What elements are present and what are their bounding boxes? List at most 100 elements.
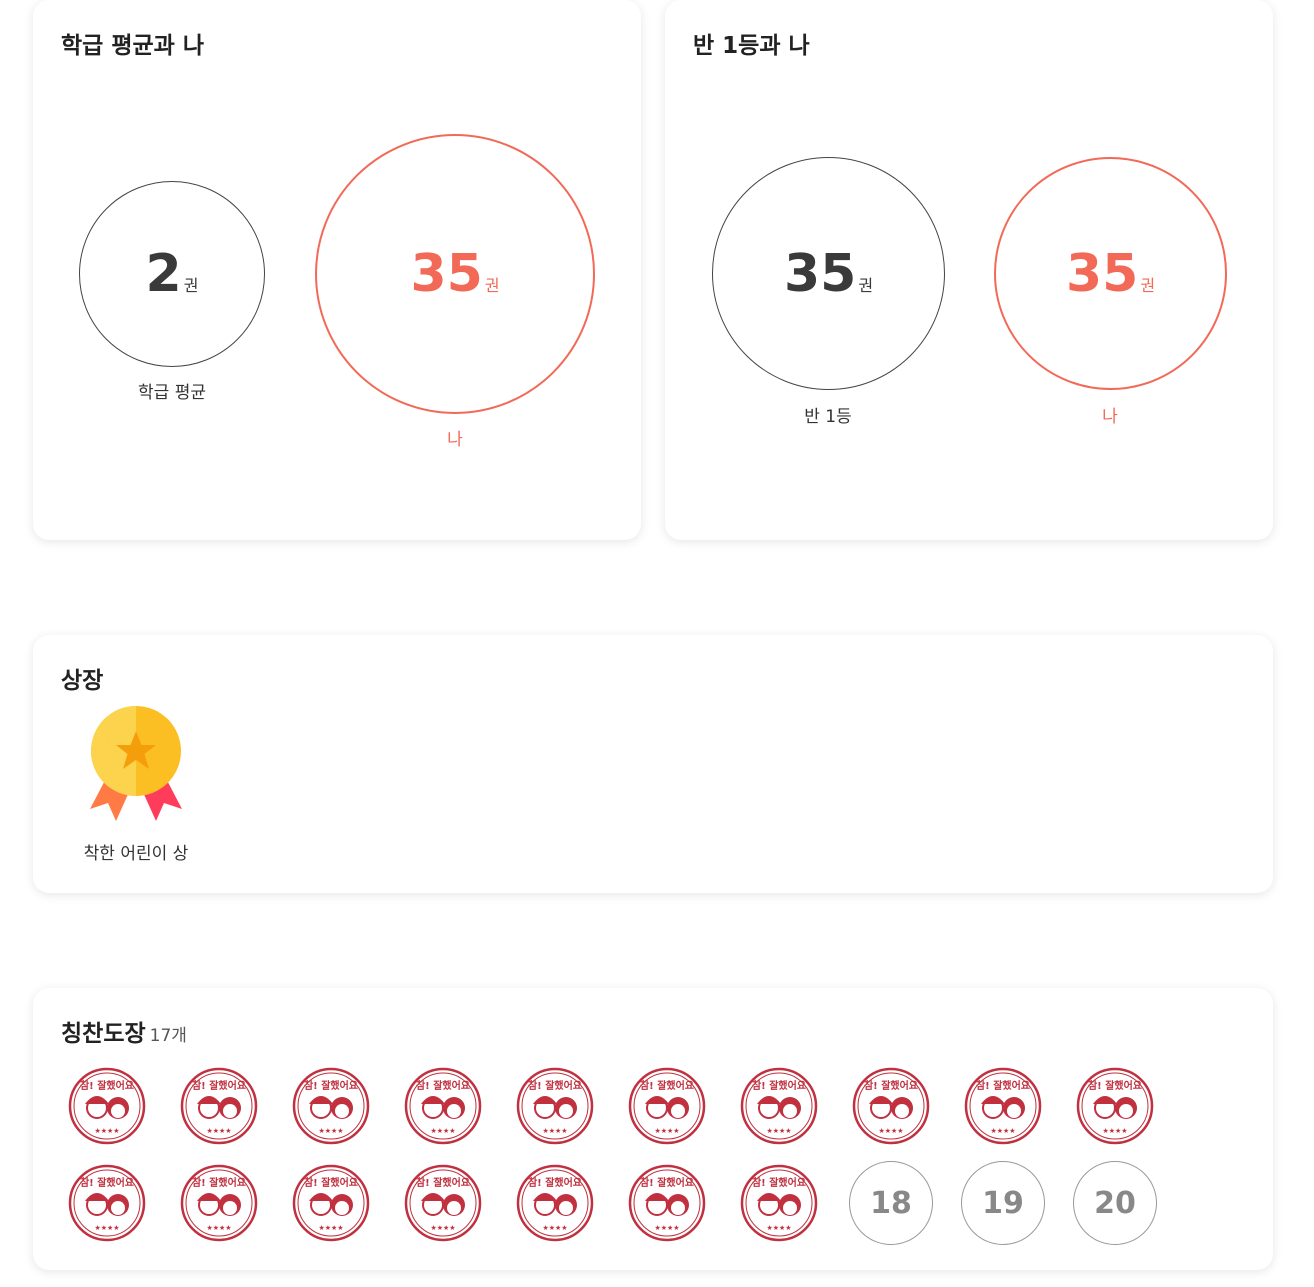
class-top-value: 35	[783, 243, 857, 304]
stamp-icon: 참! 잘했어요 ★★★★	[740, 1067, 818, 1145]
stamps-card: 칭찬도장 17개 참! 잘했어요 ★★★★ 참! 잘했어요 ★★★★ 참! 잘했어요 ★★★…	[33, 988, 1273, 1270]
praise-stamp: 참! 잘했어요 ★★★★	[1073, 1064, 1157, 1148]
stamp-icon: 참! 잘했어요 ★★★★	[292, 1067, 370, 1145]
svg-text:★★★★: ★★★★	[766, 1224, 791, 1232]
stamp-icon: 참! 잘했어요 ★★★★	[292, 1164, 370, 1242]
card-title: 반 1등과 나	[693, 33, 810, 59]
award-label: 착한 어린이 상	[83, 844, 189, 864]
stamp-icon: 참! 잘했어요 ★★★★	[404, 1164, 482, 1242]
svg-text:참! 잘했어요: 참! 잘했어요	[752, 1176, 806, 1189]
unit-label: 권	[858, 275, 874, 295]
svg-text:참! 잘했어요: 참! 잘했어요	[528, 1176, 582, 1189]
stamp-icon: 참! 잘했어요 ★★★★	[964, 1067, 1042, 1145]
my-count-value: 35	[1065, 243, 1139, 304]
svg-text:★★★★: ★★★★	[542, 1127, 567, 1135]
svg-text:★★★★: ★★★★	[1102, 1127, 1127, 1135]
svg-text:★★★★: ★★★★	[206, 1224, 231, 1232]
praise-stamp: 참! 잘했어요 ★★★★	[961, 1064, 1045, 1148]
svg-text:참! 잘했어요: 참! 잘했어요	[416, 1079, 470, 1092]
unit-label: 권	[1140, 275, 1156, 295]
stamp-icon: 참! 잘했어요 ★★★★	[180, 1164, 258, 1242]
empty-stamp-slot: 20	[1073, 1161, 1157, 1245]
svg-text:참! 잘했어요: 참! 잘했어요	[304, 1079, 358, 1092]
praise-stamp: 참! 잘했어요 ★★★★	[513, 1161, 597, 1245]
class-average-label: 학급 평균	[138, 383, 206, 403]
svg-text:참! 잘했어요: 참! 잘했어요	[976, 1079, 1030, 1092]
slot-number: 20	[1094, 1185, 1136, 1221]
stamp-icon: 참! 잘했어요 ★★★★	[68, 1164, 146, 1242]
class-top-circle: 35 권	[712, 157, 945, 390]
praise-stamp: 참! 잘했어요 ★★★★	[177, 1064, 261, 1148]
stamps-title: 칭찬도장	[61, 1021, 146, 1047]
svg-text:★★★★: ★★★★	[318, 1127, 343, 1135]
my-count-label: 나	[447, 430, 463, 450]
svg-text:참! 잘했어요: 참! 잘했어요	[864, 1079, 918, 1092]
svg-text:참! 잘했어요: 참! 잘했어요	[192, 1079, 246, 1092]
praise-stamp: 참! 잘했어요 ★★★★	[513, 1064, 597, 1148]
class-average-circle: 2권	[79, 181, 265, 367]
my-count-label: 나	[1102, 407, 1118, 427]
unit-label: 권	[484, 276, 500, 295]
praise-stamp: 참! 잘했어요 ★★★★	[401, 1161, 485, 1245]
class-top-card: 반 1등과 나 35 권 반 1등 35 권 나	[665, 0, 1273, 540]
award-item[interactable]: 착한 어린이 상	[81, 705, 191, 864]
svg-text:★★★★: ★★★★	[878, 1127, 903, 1135]
svg-text:★★★★: ★★★★	[430, 1127, 455, 1135]
unit-label: 권	[183, 276, 199, 295]
svg-text:참! 잘했어요: 참! 잘했어요	[192, 1176, 246, 1189]
svg-text:★★★★: ★★★★	[94, 1127, 119, 1135]
praise-stamp: 참! 잘했어요 ★★★★	[401, 1064, 485, 1148]
class-average-card: 학급 평균과 나 2권 학급 평균 35 권 나	[33, 0, 641, 540]
praise-stamp: 참! 잘했어요 ★★★★	[289, 1161, 373, 1245]
my-count-circle: 35 권	[315, 134, 595, 414]
svg-text:참! 잘했어요: 참! 잘했어요	[80, 1176, 134, 1189]
stamp-icon: 참! 잘했어요 ★★★★	[404, 1067, 482, 1145]
awards-card: 상장 착한 어린이 상	[33, 635, 1273, 893]
svg-text:★★★★: ★★★★	[318, 1224, 343, 1232]
stamp-icon: 참! 잘했어요 ★★★★	[68, 1067, 146, 1145]
slot-number: 19	[982, 1185, 1024, 1221]
praise-stamp: 참! 잘했어요 ★★★★	[625, 1064, 709, 1148]
stamp-icon: 참! 잘했어요 ★★★★	[852, 1067, 930, 1145]
praise-stamp: 참! 잘했어요 ★★★★	[177, 1161, 261, 1245]
praise-stamp: 참! 잘했어요 ★★★★	[625, 1161, 709, 1245]
svg-text:참! 잘했어요: 참! 잘했어요	[640, 1176, 694, 1189]
svg-text:★★★★: ★★★★	[430, 1224, 455, 1232]
card-title: 학급 평균과 나	[61, 33, 204, 59]
praise-stamp: 참! 잘했어요 ★★★★	[65, 1161, 149, 1245]
svg-text:★★★★: ★★★★	[542, 1224, 567, 1232]
stamp-icon: 참! 잘했어요 ★★★★	[180, 1067, 258, 1145]
class-average-value: 2	[145, 244, 182, 304]
card-title: 칭찬도장 17개	[61, 1014, 187, 1048]
svg-text:참! 잘했어요: 참! 잘했어요	[640, 1079, 694, 1092]
svg-text:★★★★: ★★★★	[94, 1224, 119, 1232]
svg-text:참! 잘했어요: 참! 잘했어요	[416, 1176, 470, 1189]
svg-text:참! 잘했어요: 참! 잘했어요	[80, 1079, 134, 1092]
stamp-icon: 참! 잘했어요 ★★★★	[516, 1164, 594, 1242]
my-count-value: 35	[410, 244, 483, 304]
stamp-icon: 참! 잘했어요 ★★★★	[740, 1164, 818, 1242]
svg-text:참! 잘했어요: 참! 잘했어요	[1088, 1079, 1142, 1092]
empty-stamp-slot: 19	[961, 1161, 1045, 1245]
class-top-label: 반 1등	[804, 407, 852, 427]
svg-text:★★★★: ★★★★	[766, 1127, 791, 1135]
medal-icon	[90, 706, 182, 821]
my-count-circle: 35 권	[994, 157, 1227, 390]
stamp-icon: 참! 잘했어요 ★★★★	[1076, 1067, 1154, 1145]
svg-text:★★★★: ★★★★	[206, 1127, 231, 1135]
card-title: 상장	[61, 668, 104, 694]
svg-text:★★★★: ★★★★	[654, 1127, 679, 1135]
svg-text:★★★★: ★★★★	[990, 1127, 1015, 1135]
stamps-count: 17개	[149, 1026, 187, 1046]
slot-number: 18	[870, 1185, 912, 1221]
svg-text:★★★★: ★★★★	[654, 1224, 679, 1232]
stamp-icon: 참! 잘했어요 ★★★★	[628, 1067, 706, 1145]
stamp-icon: 참! 잘했어요 ★★★★	[628, 1164, 706, 1242]
svg-text:참! 잘했어요: 참! 잘했어요	[304, 1176, 358, 1189]
praise-stamp: 참! 잘했어요 ★★★★	[289, 1064, 373, 1148]
svg-text:참! 잘했어요: 참! 잘했어요	[752, 1079, 806, 1092]
praise-stamp: 참! 잘했어요 ★★★★	[737, 1161, 821, 1245]
praise-stamp: 참! 잘했어요 ★★★★	[849, 1064, 933, 1148]
praise-stamp: 참! 잘했어요 ★★★★	[65, 1064, 149, 1148]
stamp-icon: 참! 잘했어요 ★★★★	[516, 1067, 594, 1145]
